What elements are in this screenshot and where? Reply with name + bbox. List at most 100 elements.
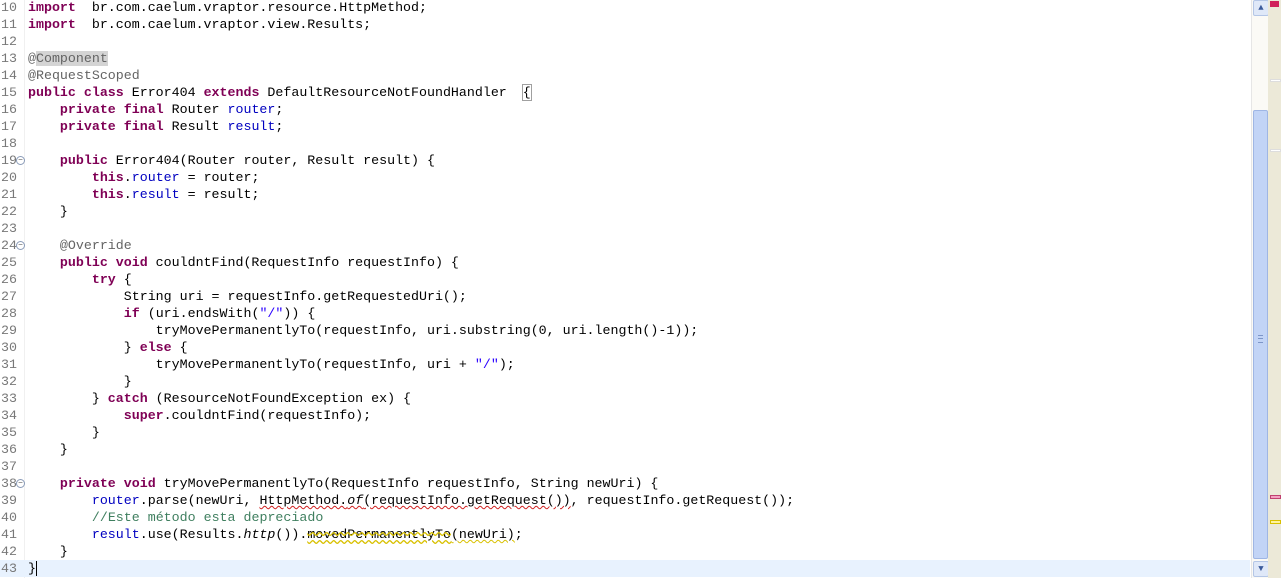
scroll-down-button[interactable]: ▼ [1253, 561, 1269, 577]
code-line[interactable]: 24− @Override [0, 237, 1250, 254]
code-line[interactable]: 27 String uri = requestInfo.getRequested… [0, 288, 1250, 305]
code-line[interactable]: 41 result.use(Results.http()).movedPerma… [0, 526, 1250, 543]
code-line[interactable]: 40 //Este método esta depreciado [0, 509, 1250, 526]
code-line[interactable]: 26 try { [0, 271, 1250, 288]
code-line[interactable]: 37 [0, 458, 1250, 475]
code-text: public Error404(Router router, Result re… [28, 152, 435, 169]
code-token: } [28, 204, 68, 219]
code-text: private void tryMovePermanentlyTo(Reques… [28, 475, 658, 492]
line-number: 13 [1, 51, 17, 66]
code-token: . [123, 170, 132, 185]
code-line[interactable]: 21 this.result = result; [0, 186, 1250, 203]
occurrence-marker[interactable] [1270, 79, 1281, 82]
line-number: 32 [1, 374, 17, 389]
error-summary-icon[interactable] [1270, 1, 1279, 7]
code-line[interactable]: 29 tryMovePermanentlyTo(requestInfo, uri… [0, 322, 1250, 339]
line-number: 42 [1, 544, 17, 559]
code-line[interactable]: 11 import br.com.caelum.vraptor.view.Resu… [0, 16, 1250, 33]
code-line[interactable]: 34 super.couldntFind(requestInfo); [0, 407, 1250, 424]
code-token: tryMovePermanentlyTo(RequestInfo request… [155, 476, 659, 491]
code-text: public void couldntFind(RequestInfo requ… [28, 254, 459, 271]
code-text: import br.com.caelum.vraptor.resource.Ht… [28, 0, 427, 16]
text-caret [35, 560, 37, 576]
overview-ruler[interactable] [1268, 0, 1281, 578]
warning-token: movedPermanentlyTo [307, 527, 451, 542]
code-line[interactable]: 16 private final Router router; [0, 101, 1250, 118]
code-text: import br.com.caelum.vraptor.view.Result… [28, 16, 371, 33]
comment-token [196, 510, 204, 525]
code-token: DefaultResourceNotFoundHandler [259, 85, 523, 100]
vertical-scrollbar[interactable]: ▲ ▼ [1251, 0, 1269, 578]
code-line[interactable]: 12 [0, 33, 1250, 50]
code-token: ); [498, 357, 515, 372]
keyword-token: try [91, 272, 116, 287]
code-line[interactable]: 31 tryMovePermanentlyTo(requestInfo, uri… [0, 356, 1250, 373]
line-number: 22 [1, 204, 17, 219]
warning-marker[interactable] [1270, 520, 1281, 524]
code-token: result [131, 187, 180, 202]
code-text: private final Router router; [28, 101, 283, 118]
code-line[interactable]: 39 router.parse(newUri, HttpMethod.of(re… [0, 492, 1250, 509]
code-line[interactable]: 22 } [0, 203, 1250, 220]
error-marker[interactable] [1270, 495, 1281, 499]
code-text: @Component [28, 50, 108, 67]
error-token: (requestInfo.getRequest()) [363, 493, 571, 508]
code-line[interactable]: 13 @Component [0, 50, 1250, 67]
code-line[interactable]: 15 public class Error404 extends DefaultR… [0, 84, 1250, 101]
warning-token: (newUri) [450, 527, 515, 542]
line-number: 25 [1, 255, 17, 270]
code-line[interactable]: 18 [0, 135, 1250, 152]
code-line[interactable]: 28 if (uri.endsWith("/")) { [0, 305, 1250, 322]
fold-collapse-icon[interactable]: − [16, 479, 25, 488]
code-token: } [28, 544, 68, 559]
code-line[interactable]: 14 @RequestScoped [0, 67, 1250, 84]
code-line[interactable]: 42 } [0, 543, 1250, 560]
scroll-up-button[interactable]: ▲ [1253, 0, 1269, 16]
line-number: 10 [1, 0, 17, 15]
code-text: this.result = result; [28, 186, 260, 203]
line-number: 23 [1, 221, 17, 236]
code-line[interactable]: 35 } [0, 424, 1250, 441]
code-line[interactable]: 10 import br.com.caelum.vraptor.resource.… [0, 0, 1250, 16]
occurrence-marker[interactable] [1270, 149, 1281, 152]
keyword-token: catch [107, 391, 148, 406]
line-number: 14 [1, 68, 17, 83]
code-line[interactable]: 33 } catch (ResourceNotFoundException ex… [0, 390, 1250, 407]
fold-collapse-icon[interactable]: − [16, 156, 25, 165]
code-token: } [28, 374, 132, 389]
line-number: 16 [1, 102, 17, 117]
code-token: } [28, 391, 108, 406]
code-token: result [227, 119, 276, 134]
fold-collapse-icon[interactable]: − [16, 241, 25, 250]
line-number: 43 [1, 561, 17, 576]
code-editor[interactable]: 10 import br.com.caelum.vraptor.resource.… [0, 0, 1250, 578]
code-token: .couldntFind(requestInfo); [163, 408, 372, 423]
scrollbar-thumb[interactable] [1253, 110, 1268, 559]
code-line[interactable]: 23 [0, 220, 1250, 237]
keyword-token: private void [59, 476, 156, 491]
keyword-token: private final [59, 119, 164, 134]
code-line[interactable]: 38− private void tryMovePermanentlyTo(Re… [0, 475, 1250, 492]
code-line[interactable]: 30 } else { [0, 339, 1250, 356]
code-token: "/" [474, 357, 499, 372]
code-line[interactable]: 43} [0, 560, 1250, 577]
code-token: ()). [275, 527, 308, 542]
code-text: @RequestScoped [28, 67, 140, 84]
code-line[interactable]: 36 } [0, 441, 1250, 458]
line-number: 26 [1, 272, 17, 287]
code-token: .use(Results. [139, 527, 244, 542]
line-number: 37 [1, 459, 17, 474]
error-token: HttpMethod. [259, 493, 348, 508]
code-line[interactable]: 20 this.router = router; [0, 169, 1250, 186]
chevron-down-icon: ▼ [1258, 564, 1264, 574]
comment-token [236, 510, 244, 525]
code-line[interactable]: 25 public void couldntFind(RequestInfo r… [0, 254, 1250, 271]
line-number: 34 [1, 408, 17, 423]
code-line[interactable]: 17 private final Result result; [0, 118, 1250, 135]
code-line[interactable]: 32 } [0, 373, 1250, 390]
code-text: this.router = router; [28, 169, 260, 186]
code-line[interactable]: 19− public Error404(Router router, Resul… [0, 152, 1250, 169]
